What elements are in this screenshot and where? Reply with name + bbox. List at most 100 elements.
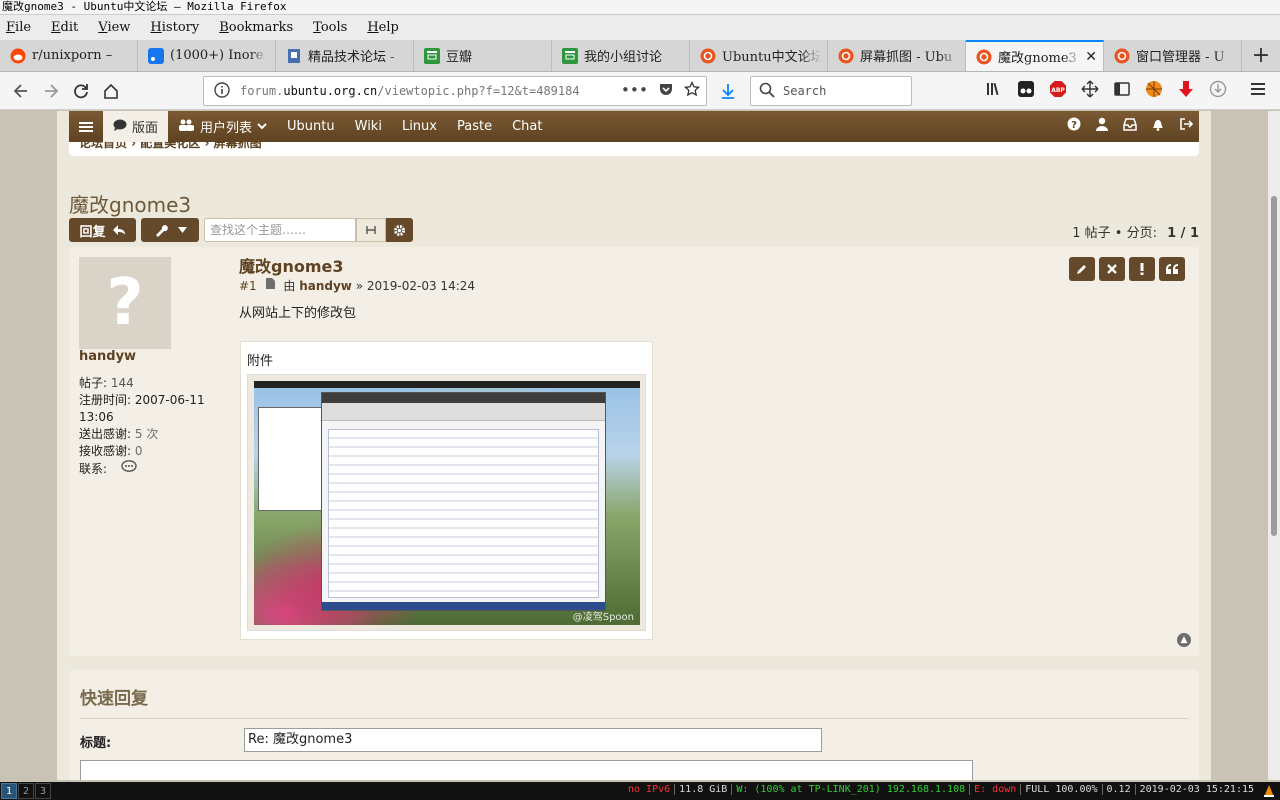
forum-nav-chat[interactable]: Chat [502, 111, 552, 142]
back-to-top-icon[interactable]: ▲ [1177, 633, 1191, 647]
page-scrollbar-thumb[interactable] [1271, 196, 1277, 536]
delete-post-button[interactable] [1099, 257, 1125, 281]
tab-ubuntu-forum[interactable]: Ubuntu中文论坛 [690, 40, 828, 71]
quote-post-button[interactable] [1159, 257, 1185, 281]
profile-contact-label: 联系: [79, 462, 108, 476]
forum-nav-paste[interactable]: Paste [447, 111, 502, 142]
workspace-2[interactable]: 2 [18, 783, 34, 799]
profile-posts: 帖子: 144 [79, 375, 229, 392]
svg-text:ABP: ABP [1051, 87, 1065, 94]
breadcrumb[interactable]: 论坛首页 › 配置美化区 › 屏幕抓图 [69, 142, 1199, 156]
workspace-1[interactable]: 1 [1, 783, 17, 799]
workspace-3[interactable]: 3 [35, 783, 51, 799]
navigation-toolbar: forum. ubuntu.org.cn/viewtopic.php?f=12&t… [0, 72, 1280, 110]
forum-nav-boards[interactable]: 版面 [103, 111, 169, 142]
page-current[interactable]: 1 / 1 [1167, 226, 1199, 241]
tab-window-manager[interactable]: 窗口管理器 - U [1104, 40, 1242, 71]
load-status: 0.12 [1101, 784, 1135, 795]
topic-search-submit[interactable] [356, 218, 386, 242]
back-button[interactable] [6, 76, 36, 106]
user-icon[interactable] [1095, 117, 1109, 135]
screenshot-browser-window [321, 392, 606, 611]
report-post-button[interactable] [1129, 257, 1155, 281]
forum-nav-ubuntu[interactable]: Ubuntu [277, 111, 345, 142]
new-tab-button[interactable]: + [1242, 40, 1280, 71]
forum-nav-users[interactable]: 用户列表 [168, 111, 277, 142]
tab-jingpin[interactable]: 精品技术论坛 - [276, 40, 414, 71]
post-author-name[interactable]: handyw [79, 349, 136, 364]
tab-douban-group[interactable]: 我的小组讨论 [552, 40, 690, 71]
message-textarea[interactable] [80, 760, 973, 780]
menu-file[interactable]: File [6, 20, 31, 35]
post-file-icon[interactable] [265, 278, 276, 293]
library-icon[interactable] [985, 80, 1003, 98]
logout-icon[interactable] [1179, 117, 1194, 135]
tampermonkey-icon[interactable] [1017, 80, 1035, 98]
profile-thanks-given-value[interactable]: 5 次 [135, 427, 158, 441]
vlc-tray-icon[interactable] [1261, 783, 1277, 799]
topic-title[interactable]: 魔改gnome3 [69, 189, 191, 218]
hamburger-menu-icon[interactable] [1249, 80, 1267, 98]
menu-bookmarks[interactable]: Bookmarks [219, 20, 293, 35]
forum-nav-boards-label: 版面 [132, 121, 159, 136]
basketball-icon[interactable] [1145, 80, 1163, 98]
bookmark-star-icon[interactable] [683, 80, 701, 101]
contact-chat-icon[interactable] [121, 460, 137, 476]
wrench-icon [155, 225, 168, 237]
url-bar[interactable]: forum. ubuntu.org.cn/viewtopic.php?f=12&t… [203, 76, 707, 106]
advanced-search-button[interactable] [386, 218, 413, 242]
forum-menu-button[interactable] [69, 111, 103, 142]
caret-down-icon [177, 227, 187, 233]
reply-arrow-icon [112, 225, 125, 235]
post-number[interactable]: #1 [239, 279, 257, 293]
menu-history[interactable]: History [150, 20, 199, 35]
tab-inoreader[interactable]: (1000+) Inore [138, 40, 276, 71]
page-actions-icon[interactable]: ••• [621, 81, 648, 101]
adblock-icon[interactable]: ABP [1049, 80, 1067, 98]
search-bar[interactable]: Search [750, 76, 912, 106]
wifi-status: W: (100% at TP-LINK_201) 192.168.1.108 [731, 784, 969, 795]
tab-screenshots[interactable]: 屏幕抓图 - Ubu [828, 40, 966, 71]
topic-search-input[interactable]: 查找这个主题…… [204, 218, 356, 242]
tab-douban[interactable]: 豆瓣 [414, 40, 552, 71]
page-scrollbar[interactable] [1268, 111, 1280, 780]
sidebar-icon[interactable] [1113, 80, 1131, 98]
forum-nav-linux[interactable]: Linux [392, 111, 447, 142]
menu-view[interactable]: View [98, 20, 130, 35]
menu-edit[interactable]: Edit [51, 20, 78, 35]
menu-tools[interactable]: Tools [313, 20, 347, 35]
info-icon[interactable] [214, 81, 230, 101]
profile-registered: 注册时间: 2007-06-11 13:06 [79, 392, 229, 426]
forum-nav-wiki[interactable]: Wiki [345, 111, 392, 142]
home-button[interactable] [96, 76, 126, 106]
inbox-icon[interactable] [1123, 117, 1137, 135]
avatar[interactable]: ? [79, 257, 171, 349]
tab-label: 我的小组讨论 [584, 50, 663, 65]
menu-help[interactable]: Help [367, 20, 399, 35]
bell-icon[interactable] [1151, 117, 1165, 135]
tab-active-topic[interactable]: 魔改gnome3 ✕ [966, 40, 1104, 71]
subject-input[interactable]: Re: 魔改gnome3 [244, 728, 822, 752]
edit-post-button[interactable] [1069, 257, 1095, 281]
download-circle-icon[interactable] [1209, 80, 1227, 98]
screenshot-browser-titlebar [322, 393, 605, 403]
downloads-button[interactable] [713, 76, 743, 106]
forward-button[interactable] [36, 76, 66, 106]
tab-reddit[interactable]: r/unixporn – [0, 40, 138, 71]
back-arrow-icon [13, 83, 27, 98]
pocket-icon[interactable] [658, 81, 674, 101]
help-icon[interactable]: ? [1067, 117, 1081, 135]
pencil-icon [1077, 265, 1086, 274]
post-title[interactable]: 魔改gnome3 [239, 253, 344, 277]
close-tab-icon[interactable]: ✕ [1085, 49, 1097, 65]
post-author-link[interactable]: handyw [299, 279, 352, 293]
reload-button[interactable] [66, 76, 96, 106]
profile-posts-value[interactable]: 144 [111, 376, 134, 390]
attachment-thumbnail[interactable]: @凌驾Spoon [247, 374, 646, 631]
reply-button[interactable]: 回复 [69, 218, 136, 242]
red-arrow-down-icon[interactable] [1177, 80, 1195, 98]
battery-status: FULL 100.00% [1020, 784, 1101, 795]
move-icon[interactable] [1081, 80, 1099, 98]
topic-tools-button[interactable] [141, 218, 199, 242]
system-stats: no IPv6 11.8 GiB W: (100% at TP-LINK_201… [624, 784, 1258, 795]
